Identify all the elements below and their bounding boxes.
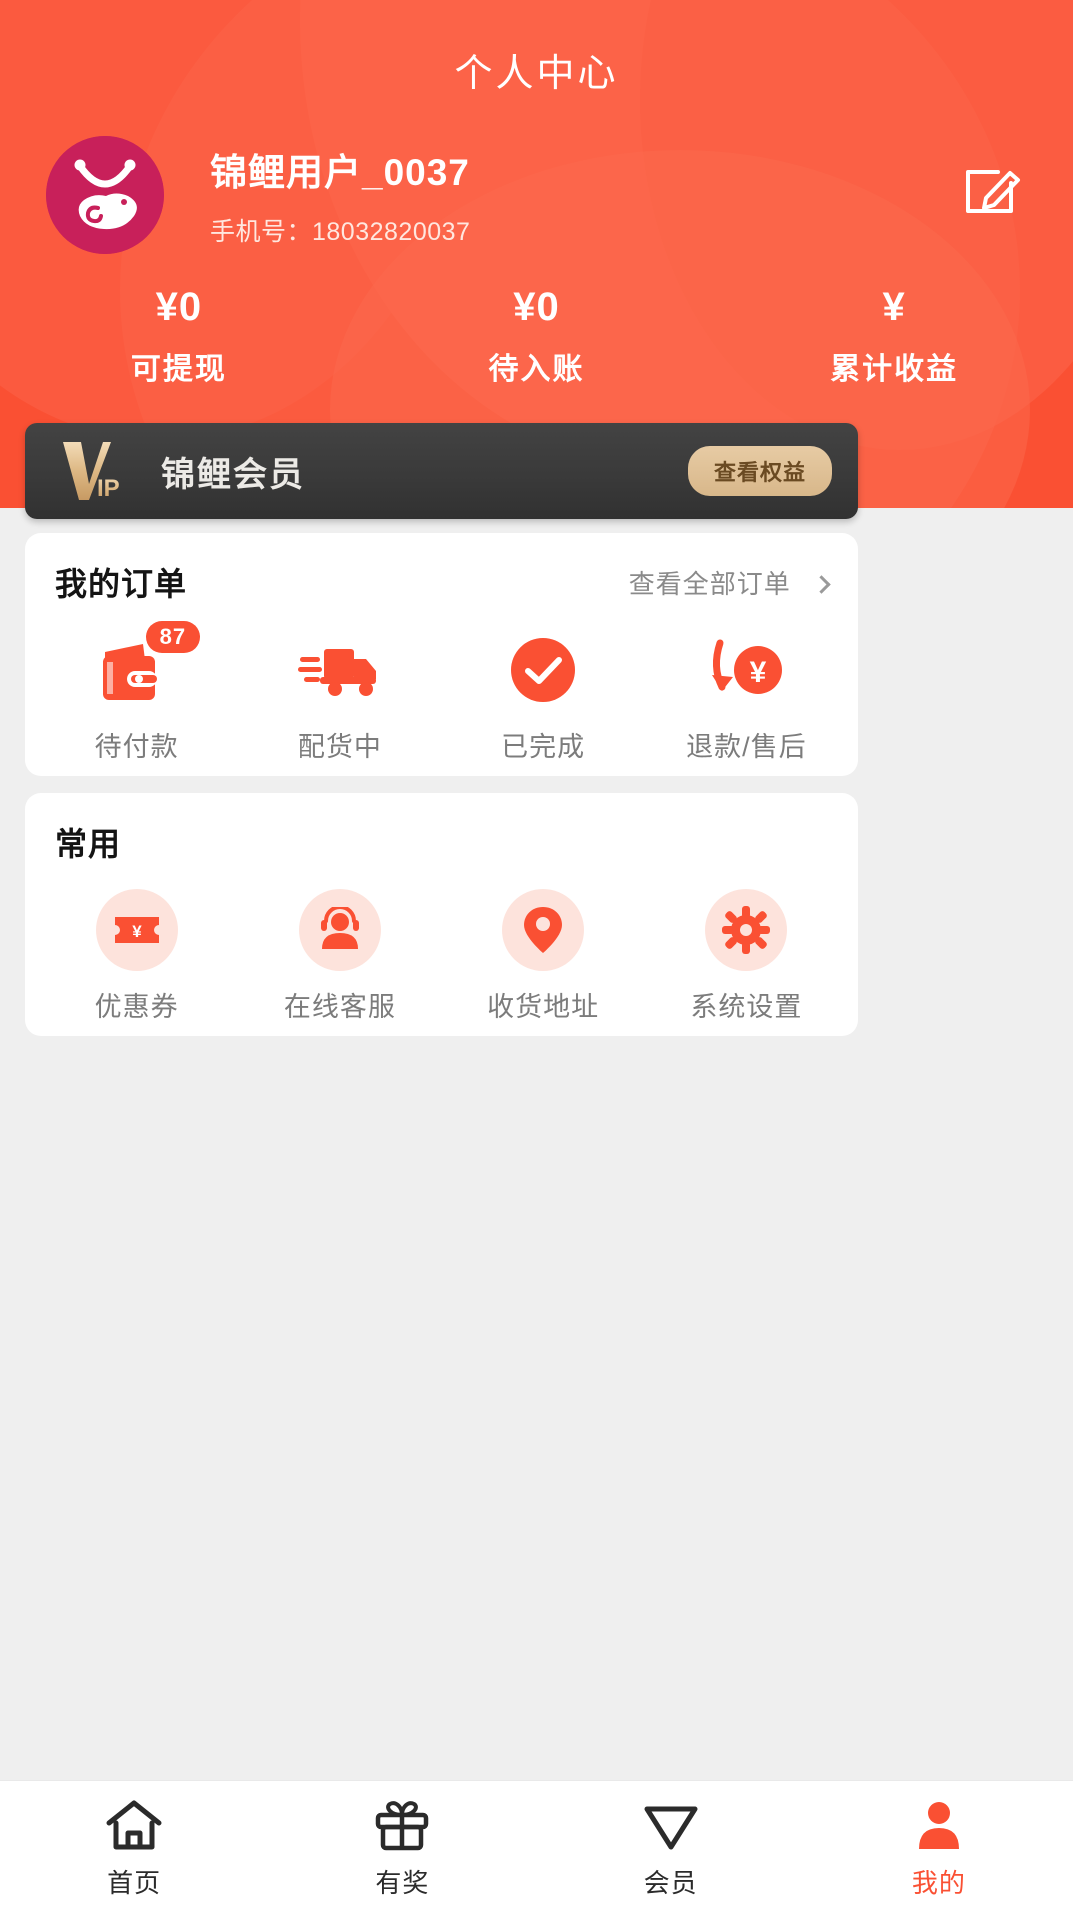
headset-support-icon (299, 889, 381, 971)
vip-logo-icon: IP (59, 440, 145, 502)
user-name: 锦鲤用户_0037 (210, 142, 470, 196)
common-tools-card: 常用 ¥ 优惠券 (25, 793, 858, 1036)
order-status-label: 配货中 (298, 725, 382, 764)
coupon-ticket-icon: ¥ (96, 889, 178, 971)
page-title: 个人中心 (0, 42, 1073, 97)
user-phone: 手机号：18032820037 (210, 212, 470, 248)
common-item-label: 优惠券 (95, 985, 179, 1024)
edit-pencil-icon[interactable] (963, 158, 1021, 216)
profile-text-block: 锦鲤用户_0037 手机号：18032820037 (210, 142, 470, 248)
order-status-label: 退款/售后 (686, 725, 807, 764)
earnings-stats: ¥0 可提现 ¥0 待入账 ¥ 累计收益 (0, 285, 1073, 388)
tab-label: 会员 (644, 1863, 698, 1900)
avatar[interactable] (46, 136, 164, 254)
common-card-header: 常用 (25, 793, 858, 865)
orders-card-header: 我的订单 查看全部订单 (25, 533, 858, 605)
tab-label: 我的 (912, 1863, 966, 1900)
common-item-label: 收货地址 (487, 985, 599, 1024)
order-status-refund[interactable]: ¥ 退款/售后 (645, 631, 848, 764)
check-circle-icon (500, 631, 586, 709)
orders-grid: 87 待付款 配货中 (25, 605, 858, 764)
support-circle-wrap (297, 891, 383, 969)
svg-text:IP: IP (97, 475, 120, 502)
common-grid: ¥ 优惠券 (25, 865, 858, 1024)
common-item-address[interactable]: 收货地址 (442, 891, 645, 1024)
stat-label: 可提现 (0, 344, 358, 388)
common-item-label: 系统设置 (690, 985, 802, 1024)
delivery-truck-icon (297, 631, 383, 709)
address-circle-wrap (500, 891, 586, 969)
stat-pending[interactable]: ¥0 待入账 (358, 285, 716, 388)
location-pin-icon (502, 889, 584, 971)
tab-label: 有奖 (375, 1863, 429, 1900)
view-all-orders-label: 查看全部订单 (629, 569, 791, 599)
vip-title: 锦鲤会员 (161, 447, 305, 496)
tab-membership[interactable]: 会员 (537, 1781, 805, 1913)
refund-yuan-icon: ¥ (703, 631, 789, 709)
orders-title: 我的订单 (55, 559, 187, 605)
tab-home[interactable]: 首页 (0, 1781, 268, 1913)
order-status-label: 待付款 (95, 725, 179, 764)
order-status-unpaid[interactable]: 87 待付款 (35, 631, 238, 764)
unpaid-count-badge: 87 (146, 621, 200, 653)
stat-label: 待入账 (358, 344, 716, 388)
common-item-coupon[interactable]: ¥ 优惠券 (35, 891, 238, 1024)
svg-text:¥: ¥ (750, 656, 767, 689)
svg-text:¥: ¥ (132, 922, 142, 941)
common-item-label: 在线客服 (284, 985, 396, 1024)
profile-row: 锦鲤用户_0037 手机号：18032820037 (46, 136, 1027, 254)
diamond-icon (642, 1795, 700, 1855)
view-benefits-button[interactable]: 查看权益 (688, 446, 832, 496)
order-status-completed[interactable]: 已完成 (442, 631, 645, 764)
gift-icon (373, 1795, 431, 1855)
order-status-shipping[interactable]: 配货中 (238, 631, 441, 764)
stat-total-earnings[interactable]: ¥ 累计收益 (715, 285, 1073, 388)
order-status-label: 已完成 (501, 725, 585, 764)
gear-settings-icon (705, 889, 787, 971)
app-screen: 个人中心 锦鲤用户_0037 手机号：18032820037 (0, 0, 1073, 1913)
stat-value: ¥0 (0, 285, 358, 330)
stat-value: ¥ (715, 285, 1073, 330)
wallet-icon: 87 (94, 631, 180, 709)
coupon-circle-wrap: ¥ (94, 891, 180, 969)
tab-label: 首页 (107, 1863, 161, 1900)
tab-rewards[interactable]: 有奖 (268, 1781, 536, 1913)
home-icon (105, 1795, 163, 1855)
common-title: 常用 (55, 819, 121, 865)
user-icon (910, 1795, 968, 1855)
stat-withdrawable[interactable]: ¥0 可提现 (0, 285, 358, 388)
chevron-right-icon (812, 575, 830, 593)
my-orders-card: 我的订单 查看全部订单 87 (25, 533, 858, 776)
tab-mine[interactable]: 我的 (805, 1781, 1073, 1913)
stat-label: 累计收益 (715, 344, 1073, 388)
view-all-orders-link[interactable]: 查看全部订单 (629, 564, 828, 601)
common-item-support[interactable]: 在线客服 (238, 891, 441, 1024)
common-item-settings[interactable]: 系统设置 (645, 891, 848, 1024)
bottom-tab-bar: 首页 有奖 会员 (0, 1780, 1073, 1913)
stat-value: ¥0 (358, 285, 716, 330)
vip-banner[interactable]: IP 锦鲤会员 查看权益 (25, 423, 858, 519)
settings-circle-wrap (703, 891, 789, 969)
